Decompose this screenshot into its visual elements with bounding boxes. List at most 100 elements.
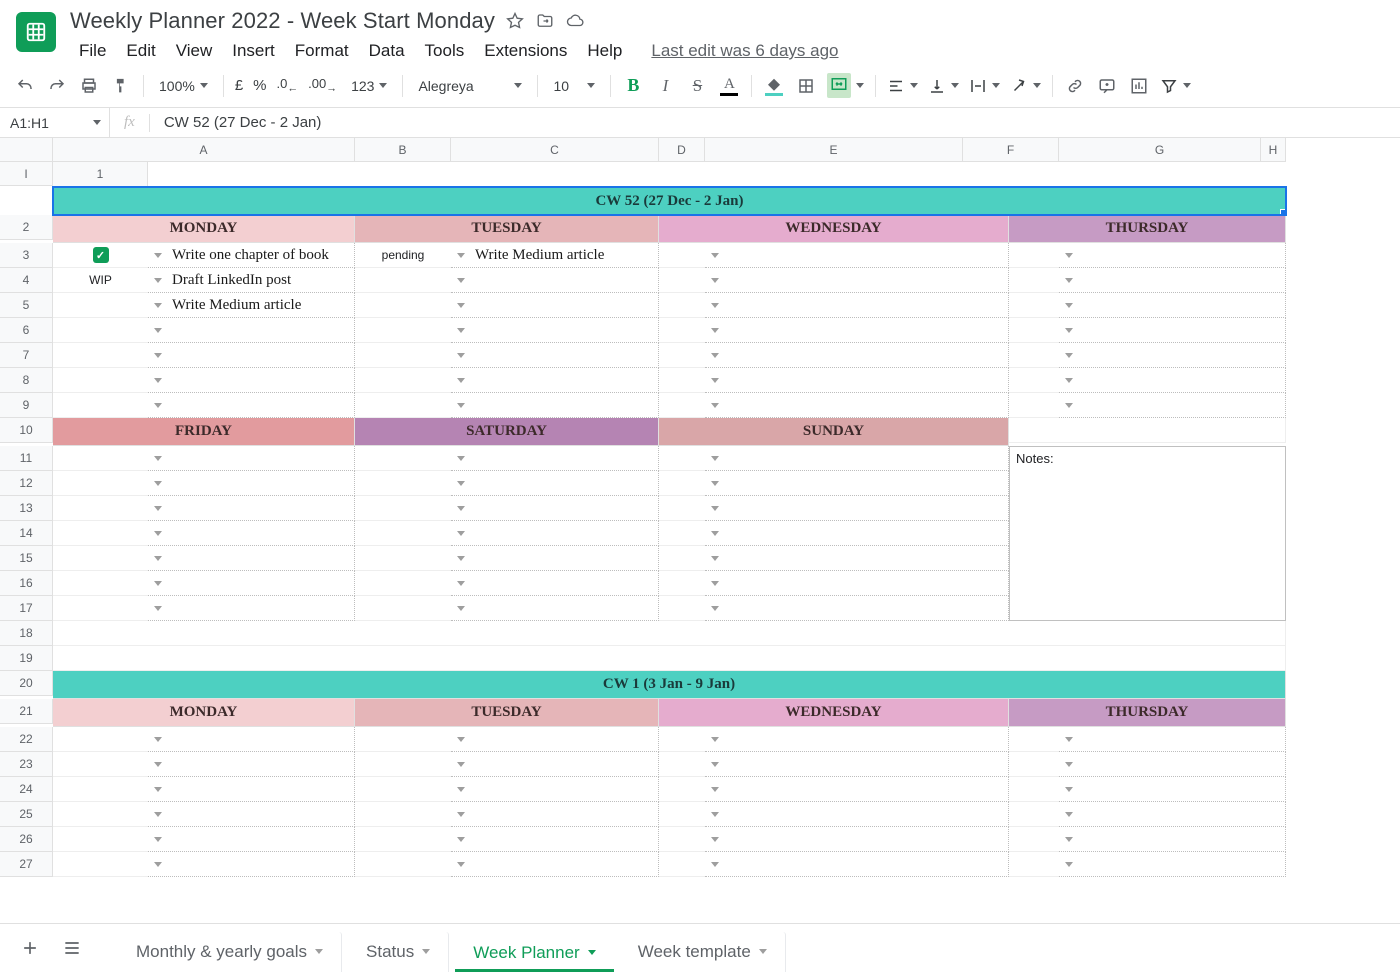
- notes-cell[interactable]: Notes:: [1009, 446, 1286, 621]
- status-cell[interactable]: [659, 727, 705, 752]
- row-header[interactable]: 4: [0, 268, 53, 293]
- task-cell[interactable]: [148, 852, 355, 877]
- status-cell[interactable]: [659, 318, 705, 343]
- menu-format[interactable]: Format: [286, 38, 358, 64]
- task-cell[interactable]: [451, 471, 659, 496]
- status-cell[interactable]: [53, 471, 148, 496]
- increase-decimal[interactable]: .00→: [304, 76, 341, 95]
- row-header[interactable]: 23: [0, 752, 53, 777]
- status-cell[interactable]: [53, 571, 148, 596]
- task-cell[interactable]: [705, 446, 1009, 471]
- status-cell[interactable]: [355, 393, 451, 418]
- status-cell[interactable]: [53, 852, 148, 877]
- status-cell[interactable]: [1009, 368, 1059, 393]
- status-cell[interactable]: [355, 802, 451, 827]
- task-cell[interactable]: [1059, 802, 1286, 827]
- col-header[interactable]: G: [1059, 138, 1261, 162]
- cell[interactable]: [53, 646, 1286, 671]
- status-cell[interactable]: WIP: [53, 268, 148, 293]
- row-header[interactable]: 1: [53, 162, 148, 187]
- vertical-align-button[interactable]: [924, 72, 963, 100]
- task-cell[interactable]: [451, 268, 659, 293]
- task-cell[interactable]: [148, 393, 355, 418]
- row-header[interactable]: 24: [0, 777, 53, 802]
- task-cell[interactable]: [1059, 243, 1286, 268]
- row-header[interactable]: 18: [0, 621, 53, 646]
- strikethrough-button[interactable]: S: [682, 71, 712, 101]
- status-cell[interactable]: [659, 368, 705, 393]
- text-rotation-button[interactable]: [1006, 72, 1045, 100]
- row-header[interactable]: 10: [0, 418, 53, 443]
- row-header[interactable]: 21: [0, 699, 53, 724]
- status-cell[interactable]: [1009, 802, 1059, 827]
- status-cell[interactable]: [53, 318, 148, 343]
- task-cell[interactable]: [148, 596, 355, 621]
- redo-icon[interactable]: [42, 71, 72, 101]
- task-cell[interactable]: [705, 318, 1009, 343]
- status-cell[interactable]: [659, 777, 705, 802]
- col-header[interactable]: I: [0, 162, 53, 186]
- row-header[interactable]: 12: [0, 471, 53, 496]
- day-header[interactable]: MONDAY: [53, 215, 355, 243]
- row-header[interactable]: 9: [0, 393, 53, 418]
- task-cell[interactable]: [1059, 368, 1286, 393]
- zoom-select[interactable]: 100%: [151, 72, 216, 100]
- status-cell[interactable]: [355, 471, 451, 496]
- task-cell[interactable]: [451, 752, 659, 777]
- task-cell[interactable]: [705, 268, 1009, 293]
- task-cell[interactable]: [1059, 343, 1286, 368]
- status-cell[interactable]: [659, 268, 705, 293]
- task-cell[interactable]: [148, 727, 355, 752]
- status-cell[interactable]: [53, 596, 148, 621]
- task-cell[interactable]: Write Medium article: [148, 293, 355, 318]
- status-cell[interactable]: [355, 343, 451, 368]
- day-header[interactable]: THURSDAY: [1009, 215, 1286, 243]
- status-cell[interactable]: [355, 571, 451, 596]
- col-header[interactable]: B: [355, 138, 451, 162]
- task-cell[interactable]: [705, 727, 1009, 752]
- doc-title[interactable]: Weekly Planner 2022 - Week Start Monday: [70, 8, 495, 34]
- task-cell[interactable]: [705, 852, 1009, 877]
- all-sheets-icon[interactable]: [54, 930, 90, 966]
- status-cell[interactable]: [659, 546, 705, 571]
- more-formats[interactable]: 123: [343, 72, 395, 100]
- day-header[interactable]: SATURDAY: [355, 418, 659, 446]
- merge-cells-button[interactable]: [823, 72, 868, 100]
- row-header[interactable]: 20: [0, 671, 53, 696]
- status-cell[interactable]: [355, 368, 451, 393]
- day-header[interactable]: FRIDAY: [53, 418, 355, 446]
- task-cell[interactable]: [451, 802, 659, 827]
- col-header[interactable]: A: [53, 138, 355, 162]
- status-cell[interactable]: [53, 802, 148, 827]
- row-header[interactable]: 17: [0, 596, 53, 621]
- status-cell[interactable]: [1009, 752, 1059, 777]
- status-cell[interactable]: [53, 446, 148, 471]
- row-header[interactable]: 3: [0, 243, 53, 268]
- status-cell[interactable]: [1009, 243, 1059, 268]
- task-cell[interactable]: Draft LinkedIn post: [148, 268, 355, 293]
- font-size-select[interactable]: 10: [545, 72, 603, 100]
- task-cell[interactable]: [1059, 827, 1286, 852]
- row-header[interactable]: 22: [0, 727, 53, 752]
- task-cell[interactable]: [1059, 852, 1286, 877]
- status-cell[interactable]: [53, 521, 148, 546]
- status-cell[interactable]: [659, 802, 705, 827]
- menu-extensions[interactable]: Extensions: [475, 38, 576, 64]
- task-cell[interactable]: [148, 521, 355, 546]
- last-edit-link[interactable]: Last edit was 6 days ago: [651, 41, 838, 61]
- italic-button[interactable]: I: [650, 71, 680, 101]
- status-cell[interactable]: [53, 752, 148, 777]
- col-header[interactable]: C: [451, 138, 659, 162]
- task-cell[interactable]: [1059, 318, 1286, 343]
- cell[interactable]: [1009, 418, 1286, 443]
- status-cell[interactable]: [355, 546, 451, 571]
- task-cell[interactable]: [148, 471, 355, 496]
- cloud-saved-icon[interactable]: [565, 11, 585, 31]
- row-header[interactable]: 5: [0, 293, 53, 318]
- status-cell[interactable]: [659, 243, 705, 268]
- task-cell[interactable]: [705, 802, 1009, 827]
- task-cell[interactable]: [1059, 393, 1286, 418]
- font-family-select[interactable]: Alegreya: [410, 72, 530, 100]
- task-cell[interactable]: [148, 368, 355, 393]
- task-cell[interactable]: [705, 343, 1009, 368]
